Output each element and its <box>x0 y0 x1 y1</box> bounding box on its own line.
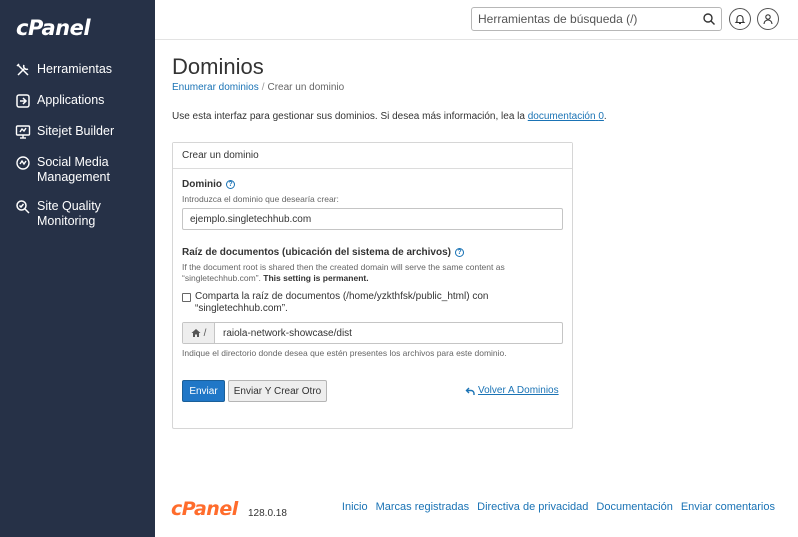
search-input[interactable] <box>478 11 698 27</box>
sidebar-item-label: Herramientas <box>37 62 113 76</box>
site-quality-icon <box>14 198 32 216</box>
documentation-link[interactable]: documentación 0 <box>528 111 604 122</box>
user-icon <box>763 14 773 25</box>
docroot-input[interactable]: raiola-network-showcase/dist <box>215 323 360 343</box>
docroot-help: If the document root is shared then the … <box>182 262 562 284</box>
sidebar-item-social-media[interactable]: Social Media Management <box>0 151 155 188</box>
submit-and-create-another-button[interactable]: Enviar Y Crear Otro <box>228 380 327 402</box>
back-to-domains-link[interactable]: Volver A Dominios <box>465 385 559 396</box>
domain-input[interactable]: ejemplo.singletechhub.com <box>182 208 563 230</box>
breadcrumb: Enumerar dominios / Crear un dominio <box>172 82 344 93</box>
home-icon <box>191 329 201 337</box>
back-arrow-icon <box>465 387 475 395</box>
intro-text-body: Use esta interfaz para gestionar sus dom… <box>172 111 528 122</box>
sitejet-icon <box>14 123 32 141</box>
domain-label: Dominio? <box>182 179 235 190</box>
intro-text: Use esta interfaz para gestionar sus dom… <box>172 111 607 122</box>
sidebar: cPanel Herramientas Applications Sitejet… <box>0 0 155 537</box>
footer-link-inicio[interactable]: Inicio <box>342 501 368 513</box>
docroot-footer-help: Indique el directorio donde desea que es… <box>182 348 507 358</box>
social-media-icon <box>14 154 32 172</box>
breadcrumb-parent-link[interactable]: Enumerar dominios <box>172 82 259 93</box>
docroot-addon: / <box>183 323 215 343</box>
footer-links: Inicio Marcas registradas Directiva de p… <box>342 501 775 513</box>
docroot-label: Raíz de documentos (ubicación del sistem… <box>182 247 464 258</box>
create-domain-panel: Crear un dominio Dominio? Introduzca el … <box>172 142 573 429</box>
sidebar-item-label: Sitejet Builder <box>37 124 115 138</box>
sidebar-item-sitejet[interactable]: Sitejet Builder <box>0 120 155 144</box>
back-to-domains-label: Volver A Dominios <box>478 385 559 396</box>
docroot-label-text: Raíz de documentos (ubicación del sistem… <box>182 247 451 258</box>
breadcrumb-current: Crear un dominio <box>267 82 345 93</box>
sidebar-item-label: Applications <box>37 93 105 107</box>
docroot-help-warning: This setting is permanent. <box>263 273 369 283</box>
footer-link-trademarks[interactable]: Marcas registradas <box>376 501 470 513</box>
search-icon[interactable] <box>702 12 716 26</box>
footer-link-privacy[interactable]: Directiva de privacidad <box>477 501 588 513</box>
cpanel-logo[interactable]: cPanel <box>16 16 91 40</box>
documentation-link-label: documentación <box>527 111 596 122</box>
domain-label-text: Dominio <box>182 179 222 190</box>
breadcrumb-separator: / <box>261 82 265 93</box>
share-docroot-checkbox[interactable] <box>182 293 191 302</box>
sidebar-item-site-quality[interactable]: Site Quality Monitoring <box>0 195 155 232</box>
domain-help: Introduzca el dominio que desearía crear… <box>182 194 339 204</box>
sidebar-item-label: Site Quality Monitoring <box>37 199 101 228</box>
sidebar-nav: Herramientas Applications Sitejet Builde… <box>0 58 155 239</box>
page-title: Dominios <box>172 54 264 79</box>
notifications-button[interactable] <box>729 8 751 30</box>
sidebar-item-label: Social Media Management <box>37 155 110 184</box>
submit-button[interactable]: Enviar <box>182 380 225 402</box>
top-bar <box>155 0 798 40</box>
footer-cpanel-logo: cPanel <box>171 498 238 520</box>
help-icon[interactable]: ? <box>226 180 235 189</box>
docroot-addon-text: / <box>203 327 207 339</box>
share-docroot-option[interactable]: Comparta la raíz de documentos (/home/yz… <box>182 291 562 315</box>
panel-title: Crear un dominio <box>173 143 572 169</box>
footer-link-documentation[interactable]: Documentación <box>596 501 672 513</box>
bell-icon <box>734 15 746 25</box>
sidebar-item-applications[interactable]: Applications <box>0 89 155 113</box>
docroot-input-group[interactable]: / raiola-network-showcase/dist <box>182 322 563 344</box>
search-box[interactable] <box>471 7 722 31</box>
intro-suffix: . <box>603 111 607 122</box>
share-docroot-label: Comparta la raíz de documentos (/home/yz… <box>195 291 489 314</box>
user-button[interactable] <box>757 8 779 30</box>
help-icon[interactable]: ? <box>454 248 464 257</box>
tools-icon <box>14 61 32 79</box>
footer-link-feedback[interactable]: Enviar comentarios <box>681 501 775 513</box>
version-text: 128.0.18 <box>248 508 287 519</box>
applications-icon <box>14 92 32 110</box>
sidebar-item-herramientas[interactable]: Herramientas <box>0 58 155 82</box>
